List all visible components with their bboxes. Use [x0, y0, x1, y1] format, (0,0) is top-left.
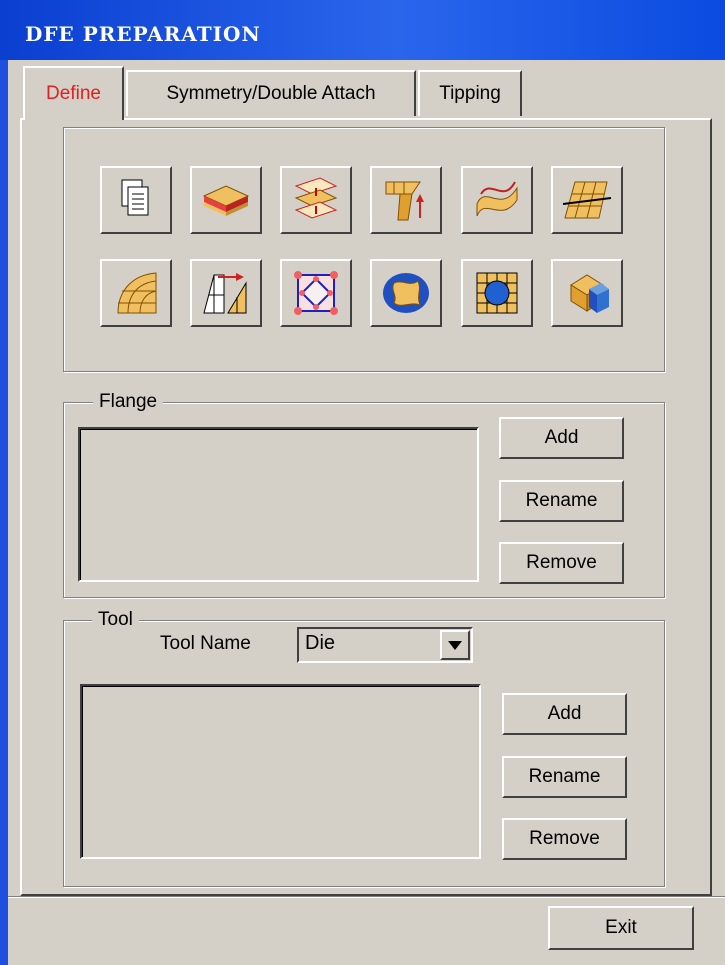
tool-name-label: Tool Name: [160, 633, 251, 654]
flange-add-button[interactable]: Add: [499, 417, 624, 459]
solid-intersect-icon[interactable]: [551, 259, 623, 327]
tab-define-label: Define: [46, 83, 101, 104]
tool-remove-button[interactable]: Remove: [502, 818, 627, 860]
flange-list[interactable]: [78, 427, 479, 582]
extend-mesh-icon[interactable]: [190, 259, 262, 327]
surface-mesh-icon[interactable]: [551, 166, 623, 234]
boundary-nodes-icon[interactable]: [280, 259, 352, 327]
copy-pages-icon[interactable]: [100, 166, 172, 234]
tab-define[interactable]: Define: [23, 66, 124, 120]
icon-toolbar-group: [63, 127, 665, 372]
offset-surfaces-icon[interactable]: [280, 166, 352, 234]
tool-list[interactable]: [80, 684, 481, 859]
twisted-surface-icon[interactable]: [461, 166, 533, 234]
tool-add-button[interactable]: Add: [502, 693, 627, 735]
curved-mesh-icon[interactable]: [100, 259, 172, 327]
flange-remove-button[interactable]: Remove: [499, 542, 624, 584]
tab-tipping[interactable]: Tipping: [418, 70, 522, 116]
tab-tipping-label: Tipping: [439, 83, 501, 104]
chevron-down-icon[interactable]: [440, 630, 470, 660]
tool-legend: Tool: [92, 609, 139, 631]
window-title: DFE PREPARATION: [25, 22, 261, 46]
tool-rename-button[interactable]: Rename: [502, 756, 627, 798]
flange-legend: Flange: [93, 391, 164, 413]
elliptical-shape-icon[interactable]: [370, 259, 442, 327]
footer-separator: [8, 896, 725, 898]
window-left-border: [0, 60, 8, 965]
tab-symmetry-double-attach-label: Symmetry/Double Attach: [166, 83, 376, 104]
exit-button[interactable]: Exit: [548, 906, 694, 950]
flange-up-icon[interactable]: [370, 166, 442, 234]
tool-name-select[interactable]: Die: [297, 627, 473, 663]
grid-hole-icon[interactable]: [461, 259, 533, 327]
tab-symmetry-double-attach[interactable]: Symmetry/Double Attach: [126, 70, 416, 116]
flange-rename-button[interactable]: Rename: [499, 480, 624, 522]
layered-sheet-icon[interactable]: [190, 166, 262, 234]
title-bar: DFE PREPARATION: [0, 0, 725, 60]
tool-name-value: Die: [305, 632, 336, 654]
